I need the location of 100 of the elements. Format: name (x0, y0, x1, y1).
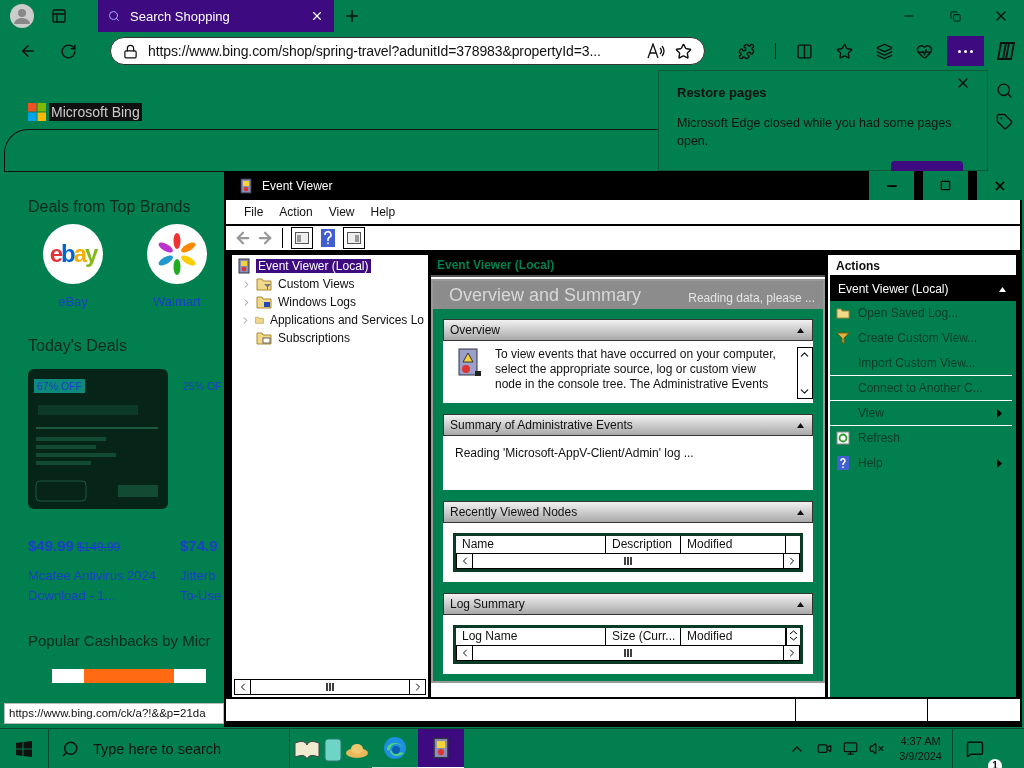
collapse-icon[interactable] (797, 327, 804, 333)
tag-icon[interactable] (995, 113, 1013, 130)
old-price: $149.99 (76, 540, 121, 554)
help-icon (836, 456, 850, 470)
collapse-icon[interactable] (797, 422, 804, 428)
scroll-thumb-grip-icon[interactable] (624, 557, 632, 565)
collapse-icon[interactable] (797, 601, 804, 607)
link-preview: https://www.bing.com/ck/a?!&&p=21da (4, 703, 224, 724)
event-log-icon (455, 347, 483, 379)
camera-icon[interactable] (816, 741, 832, 756)
brand-logo-card[interactable]: ebay (43, 224, 103, 284)
spinner-icon[interactable] (787, 628, 800, 643)
cashback-card[interactable] (52, 669, 206, 683)
vertical-scrollbar[interactable] (797, 347, 813, 399)
collections-icon[interactable] (876, 42, 894, 60)
start-icon[interactable] (16, 740, 32, 757)
menu-item[interactable]: Help (362, 205, 404, 219)
forward-icon[interactable] (256, 229, 274, 247)
copilot-icon[interactable] (996, 41, 1016, 61)
section-header[interactable]: Overview (443, 319, 813, 341)
read-aloud-icon[interactable] (646, 43, 665, 59)
subscriptions-icon (256, 331, 272, 345)
address-bar[interactable]: https://www.bing.com/shop/spring-travel?adunitId=378983&propertyId=3... (110, 37, 705, 65)
section-header[interactable]: Summary of Administrative Events (443, 414, 813, 436)
windows-logo-icon (28, 103, 46, 121)
filter-icon (836, 331, 850, 345)
panel-message: Microsoft Edge closed while you had some pages open. (677, 115, 953, 150)
back-icon[interactable] (234, 229, 252, 247)
taskbar-clock[interactable]: 4:37 AM 3/9/2024 (889, 733, 952, 764)
submenu-arrow-icon (997, 408, 1002, 418)
lock-icon (123, 43, 138, 59)
folder-icon (836, 307, 850, 319)
refresh-icon[interactable] (59, 42, 77, 60)
scroll-thumb-grip-icon[interactable] (624, 649, 632, 657)
network-icon[interactable] (842, 741, 858, 756)
split-screen-icon[interactable] (796, 42, 814, 60)
log-book-icon (430, 736, 452, 759)
pane-header: Event Viewer (Local) (431, 255, 825, 277)
search-icon[interactable] (995, 82, 1013, 99)
discount-label: 67% OFF (34, 379, 85, 393)
tree-item[interactable]: Applications and Services Lo (267, 313, 426, 327)
price: $49.99 (28, 537, 74, 554)
loading-status: Reading data, please ... (688, 291, 815, 305)
taskbar-search-field[interactable]: Type here to search (48, 728, 290, 768)
section-header[interactable]: Log Summary (443, 593, 813, 615)
show-actions-button[interactable] (343, 227, 365, 249)
muted-volume-icon[interactable] (868, 741, 884, 756)
collapse-icon[interactable] (797, 509, 804, 515)
favorites-icon[interactable] (836, 42, 854, 60)
restore-icon[interactable] (949, 10, 961, 22)
panel-right-icon[interactable] (347, 232, 361, 244)
page-title: Overview and Summary (449, 284, 642, 306)
maximize-icon[interactable] (940, 180, 951, 191)
browser-tab[interactable]: Search Shopping (98, 0, 334, 32)
horizontal-scrollbar[interactable] (456, 645, 800, 661)
profile-avatar[interactable] (10, 4, 34, 28)
minimize-button[interactable] (868, 171, 914, 200)
health-icon[interactable] (916, 42, 934, 60)
log-book-icon (236, 258, 252, 274)
brand-logo: ebay (49, 240, 97, 268)
actions-group-header[interactable]: Event Viewer (Local) (830, 277, 1016, 301)
notifications-icon[interactable] (965, 739, 984, 758)
actions-header: Actions (830, 255, 1016, 277)
search-icon (108, 10, 120, 22)
tab-actions-icon[interactable] (51, 8, 67, 24)
menu-item[interactable]: Action (271, 205, 321, 219)
section-heading: Popular Cashbacks by Micr (28, 632, 211, 649)
collapse-icon[interactable] (999, 286, 1006, 292)
horizontal-scrollbar[interactable] (234, 679, 426, 695)
show-tree-button[interactable] (291, 227, 313, 249)
tree-item[interactable]: Windows Logs (276, 295, 359, 309)
close-tab-icon[interactable] (310, 9, 324, 23)
submenu-arrow-icon (997, 458, 1002, 468)
tree-item[interactable]: Custom Views (276, 277, 357, 291)
price: $74.9 (180, 537, 218, 554)
favorite-star-icon[interactable] (674, 42, 692, 60)
section-header[interactable]: Recently Viewed Nodes (443, 501, 813, 523)
menu-item[interactable]: View (320, 205, 363, 219)
panel-left-icon[interactable] (295, 232, 309, 244)
window-title: Event Viewer (262, 178, 334, 193)
brand-logo-card[interactable] (147, 224, 207, 284)
scroll-thumb-grip-icon[interactable] (326, 683, 334, 691)
section-heading: Today's Deals (28, 337, 128, 355)
search-icon (61, 739, 79, 758)
app-icon (238, 177, 254, 194)
maximize-button[interactable] (922, 171, 968, 200)
tree-item[interactable]: Event Viewer (Local) (256, 259, 371, 273)
status-message: Reading 'Microsoft-AppV-Client/Admin' log ... (455, 446, 694, 460)
section-heading: Deals from Top Brands (28, 198, 191, 216)
menu-item[interactable]: File (236, 205, 272, 219)
site-logo[interactable]: Microsoft Bing (49, 103, 142, 121)
back-icon[interactable] (19, 42, 37, 60)
horizontal-scrollbar[interactable] (456, 553, 800, 569)
extensions-icon[interactable] (738, 42, 756, 60)
tree-item[interactable]: Subscriptions (276, 331, 353, 345)
more-button[interactable] (946, 36, 984, 66)
discount-label: 25% OF (182, 379, 223, 393)
new-tab-icon[interactable] (343, 7, 361, 25)
overview-text: To view events that have occurred on your computer, select the appropriate source, log or custom view node in the console tree. The Administrative Events (495, 347, 777, 392)
panel-title: Restore pages (677, 85, 768, 100)
